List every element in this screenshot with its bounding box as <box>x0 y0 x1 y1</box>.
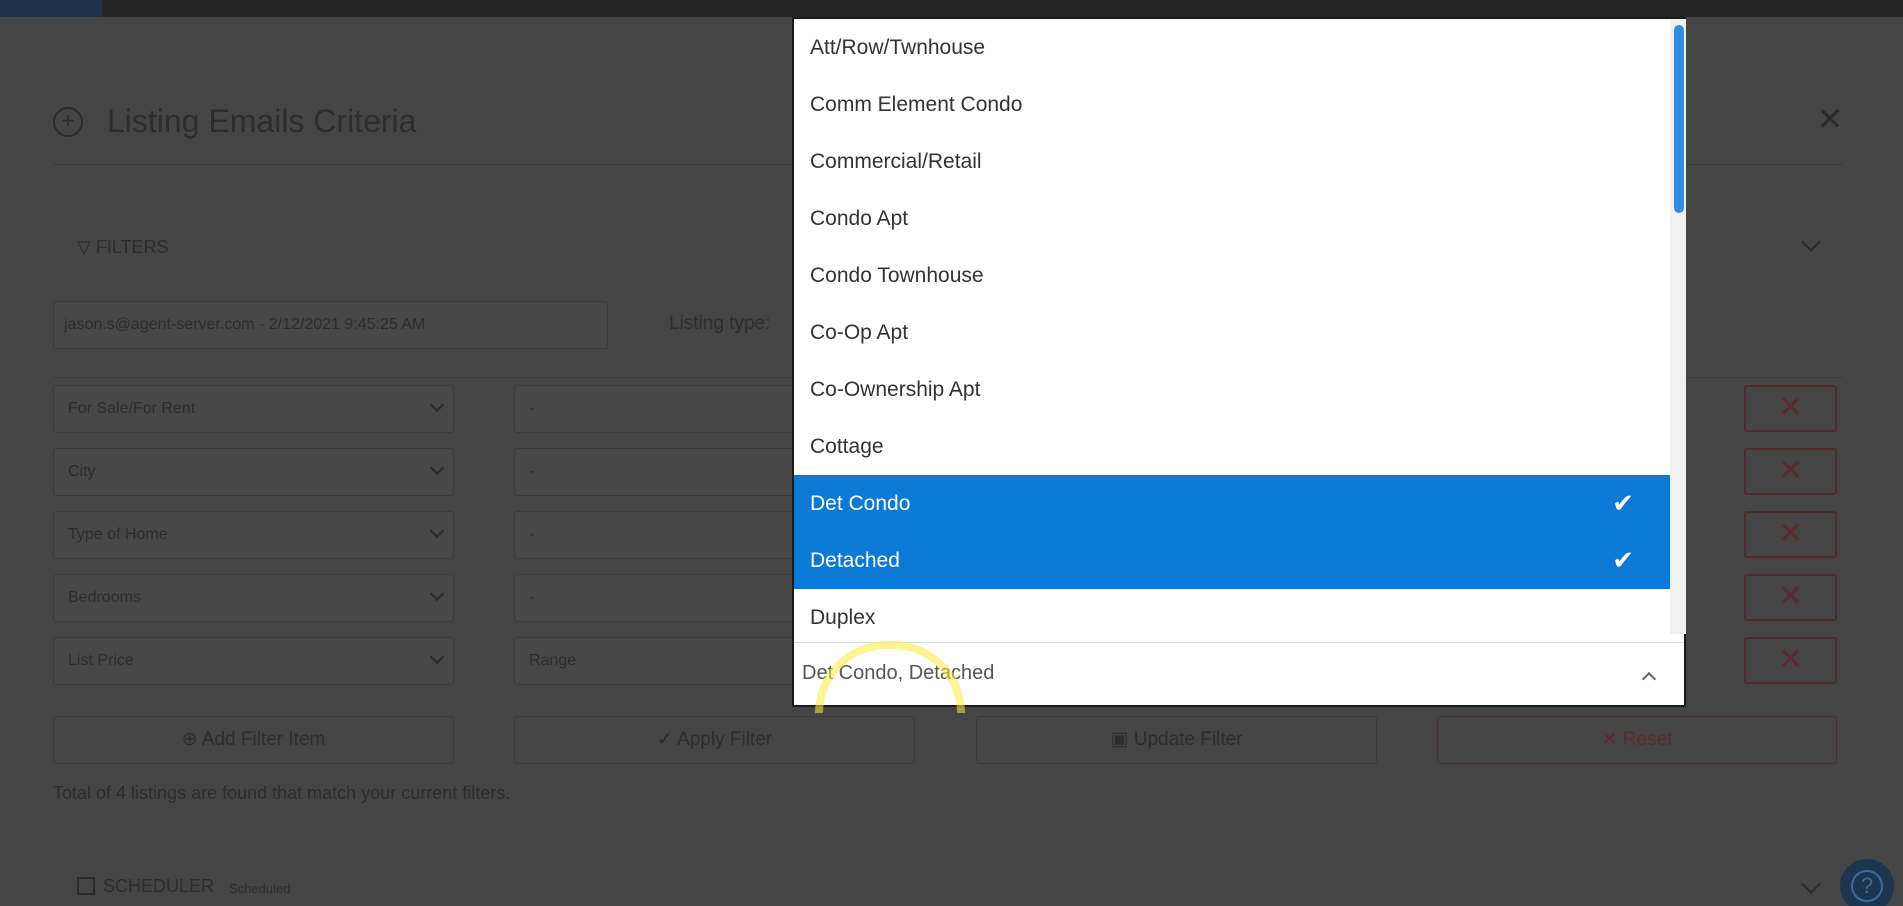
scrollbar-thumb[interactable] <box>1674 25 1684 213</box>
chevron-down-icon[interactable] <box>1796 229 1826 259</box>
total-listings-text: Total of 4 listings are found that match… <box>53 783 511 803</box>
add-filter-item-button[interactable]: ⊕ Add Filter Item <box>53 716 454 764</box>
chevron-down-icon <box>429 526 443 540</box>
reset-button[interactable]: ✕ Reset <box>1437 716 1837 764</box>
type-of-home-dropdown[interactable]: Att/Row/Twnhouse Comm Element Condo Comm… <box>792 17 1686 707</box>
apply-filter-label: Apply Filter <box>677 729 773 750</box>
dropdown-option[interactable]: Commercial/Retail <box>794 133 1670 190</box>
dropdown-option[interactable]: Duplex <box>794 589 1670 642</box>
scheduler-status: Scheduled <box>229 881 291 896</box>
option-label: Co-Op Apt <box>810 321 909 344</box>
check-icon: ✔ <box>1612 545 1634 575</box>
browser-topbar <box>0 0 1903 17</box>
remove-filter-button[interactable]: ✕ <box>1744 511 1837 558</box>
dropdown-options-list[interactable]: Att/Row/Twnhouse Comm Element Condo Comm… <box>794 19 1670 642</box>
dropdown-option[interactable]: Comm Element Condo <box>794 76 1670 133</box>
chevron-down-icon <box>429 589 443 603</box>
reset-label: Reset <box>1622 729 1673 750</box>
remove-filter-button[interactable]: ✕ <box>1744 574 1837 621</box>
option-label: Duplex <box>810 606 876 629</box>
listing-type-label: Listing type: <box>669 313 771 334</box>
plus-circle-icon: ⊕ <box>181 729 198 750</box>
check-icon: ✓ <box>656 729 673 750</box>
close-icon: ✕ <box>1601 729 1618 750</box>
filters-label-text: FILTERS <box>95 237 169 257</box>
close-icon[interactable]: ✕ <box>1813 102 1847 136</box>
update-filter-label: Update Filter <box>1133 729 1243 750</box>
add-filter-item-label: Add Filter Item <box>201 729 326 750</box>
save-icon: ▣ <box>1110 729 1129 750</box>
selected-values: Det Condo, Detached <box>802 662 995 684</box>
option-label: Co-Ownership Apt <box>810 378 981 401</box>
page-title: Listing Emails Criteria <box>107 103 417 139</box>
browser-tab[interactable] <box>0 0 102 17</box>
check-icon: ✔ <box>1612 488 1634 518</box>
dropdown-option[interactable]: Cottage <box>794 418 1670 475</box>
option-label: Detached <box>810 549 900 572</box>
chevron-up-icon[interactable] <box>1642 671 1654 683</box>
option-label: Commercial/Retail <box>810 150 982 173</box>
filter-field-label: For Sale/For Rent <box>68 400 196 417</box>
filter-icon: ▽ <box>77 237 91 257</box>
filter-field-select[interactable]: Type of Home <box>53 511 454 559</box>
dropdown-option-selected[interactable]: Det Condo ✔ <box>794 475 1670 532</box>
dropdown-option-selected[interactable]: Detached ✔ <box>794 532 1670 589</box>
scheduler-section-header[interactable]: SCHEDULER Scheduled <box>53 867 1843 906</box>
option-label: Cottage <box>810 435 884 458</box>
scheduler-checkbox[interactable] <box>77 877 95 895</box>
remove-filter-button[interactable]: ✕ <box>1744 448 1837 495</box>
filter-field-label: Bedrooms <box>68 589 141 606</box>
dropdown-option[interactable]: Condo Apt <box>794 190 1670 247</box>
filter-field-select[interactable]: City <box>53 448 454 496</box>
option-label: Comm Element Condo <box>810 93 1023 116</box>
filter-field-select[interactable]: Bedrooms <box>53 574 454 622</box>
remove-filter-button[interactable]: ✕ <box>1744 637 1837 684</box>
update-filter-button[interactable]: ▣ Update Filter <box>976 716 1377 764</box>
scheduler-label: SCHEDULER <box>103 876 215 896</box>
option-label: Condo Townhouse <box>810 264 984 287</box>
type-of-home-select[interactable]: Det Condo, Detached <box>794 642 1684 705</box>
option-label: Det Condo <box>810 492 911 515</box>
dropdown-option[interactable]: Att/Row/Twnhouse <box>794 19 1670 76</box>
filter-field-label: City <box>68 463 96 480</box>
option-label: Condo Apt <box>810 207 909 230</box>
chevron-down-icon <box>429 463 443 477</box>
filter-field-select[interactable]: For Sale/For Rent <box>53 385 454 433</box>
dropdown-option[interactable]: Co-Ownership Apt <box>794 361 1670 418</box>
chevron-down-icon <box>429 652 443 666</box>
help-button[interactable]: ? <box>1840 859 1894 906</box>
filter-field-label: List Price <box>68 652 134 669</box>
remove-filter-button[interactable]: ✕ <box>1744 385 1837 432</box>
plus-circle-icon: + <box>53 107 83 137</box>
saved-filter-select[interactable]: jason.s@agent-server.com - 2/12/2021 9:4… <box>53 301 608 349</box>
help-icon: ? <box>1851 870 1883 902</box>
apply-filter-button[interactable]: ✓ Apply Filter <box>514 716 915 764</box>
dropdown-option[interactable]: Co-Op Apt <box>794 304 1670 361</box>
filters-label: ▽ FILTERS <box>77 237 169 258</box>
dropdown-scrollbar[interactable] <box>1670 19 1686 634</box>
filter-field-label: Type of Home <box>68 526 168 543</box>
chevron-down-icon <box>429 400 443 414</box>
option-label: Att/Row/Twnhouse <box>810 36 986 59</box>
chevron-down-icon[interactable] <box>1796 871 1826 901</box>
dropdown-option[interactable]: Condo Townhouse <box>794 247 1670 304</box>
filter-field-select[interactable]: List Price <box>53 637 454 685</box>
